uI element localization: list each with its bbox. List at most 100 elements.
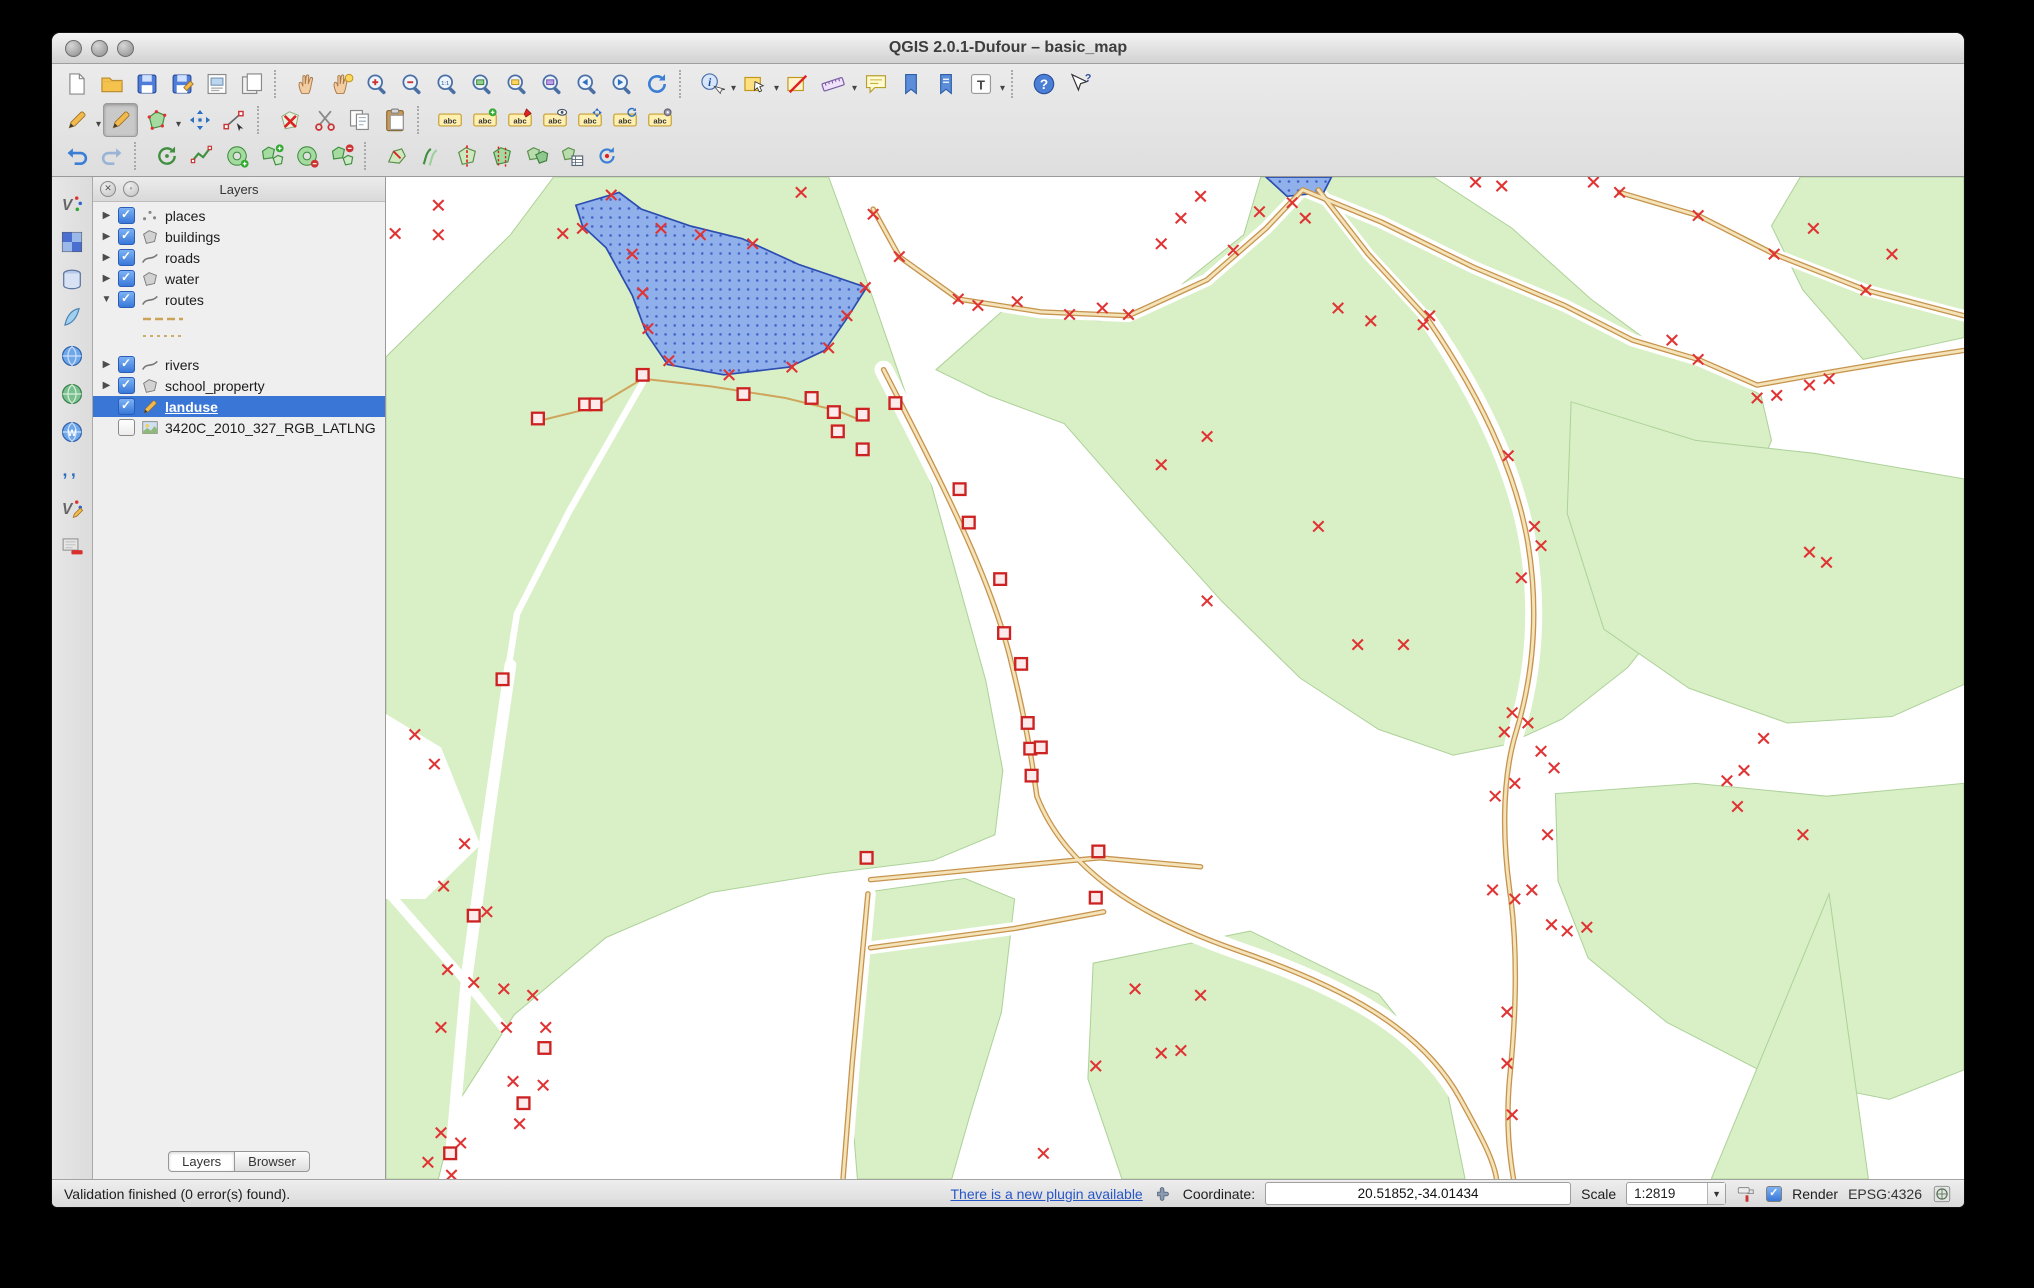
expand-arrow-icon[interactable]: ▶ (100, 359, 113, 370)
add-delimited-text-layer-button[interactable]: ,, (56, 455, 88, 485)
zoom-full-button[interactable] (465, 68, 498, 100)
merge-features-button[interactable] (520, 140, 553, 172)
add-spatialite-layer-button[interactable] (56, 303, 88, 333)
select-features-button[interactable] (738, 68, 779, 100)
rotate-feature-button[interactable] (150, 140, 183, 172)
toggle-editing-button[interactable] (103, 103, 138, 137)
panel-close-icon[interactable]: ✕ (100, 181, 116, 197)
open-project-button[interactable] (95, 68, 128, 100)
merge-attributes-button[interactable] (555, 140, 588, 172)
layer-visibility-checkbox[interactable] (118, 398, 135, 415)
tab-layers[interactable]: Layers (168, 1151, 236, 1172)
layer-item-school_property[interactable]: ▶ school_property (93, 375, 385, 396)
offset-curve-button[interactable] (415, 140, 448, 172)
map-canvas[interactable] (386, 177, 1964, 1179)
add-raster-layer-button[interactable] (56, 227, 88, 257)
move-feature-button[interactable] (183, 104, 216, 136)
layer-item-water[interactable]: ▶ water (93, 268, 385, 289)
layer-item-buildings[interactable]: ▶ buildings (93, 226, 385, 247)
identify-features-button[interactable]: i (695, 68, 736, 100)
split-parts-button[interactable] (485, 140, 518, 172)
expand-arrow-icon[interactable]: ▶ (100, 273, 113, 284)
measure-button[interactable] (816, 68, 857, 100)
pan-map-button[interactable] (290, 68, 323, 100)
layer-item-routes[interactable]: ▼ routes (93, 289, 385, 310)
expand-arrow-icon[interactable]: ▶ (100, 231, 113, 242)
add-wcs-layer-button[interactable] (56, 379, 88, 409)
add-vector-layer-button[interactable]: V (56, 189, 88, 219)
layer-visibility-checkbox[interactable] (118, 419, 135, 436)
crs-status-icon[interactable] (1932, 1184, 1952, 1204)
show-bookmarks-button[interactable] (929, 68, 962, 100)
title-bar[interactable]: QGIS 2.0.1-Dufour – basic_map (52, 33, 1964, 64)
remove-layer-button[interactable] (56, 531, 88, 561)
new-bookmark-button[interactable] (894, 68, 927, 100)
layer-item-roads[interactable]: ▶ roads (93, 247, 385, 268)
add-part-button[interactable] (255, 140, 288, 172)
panel-float-icon[interactable]: ◦ (123, 181, 139, 197)
node-tool-button[interactable] (218, 104, 251, 136)
composer-manager-button[interactable] (235, 68, 268, 100)
coordinate-input[interactable] (1265, 1182, 1572, 1205)
layer-visibility-checkbox[interactable] (118, 207, 135, 224)
layer-visibility-checkbox[interactable] (118, 377, 135, 394)
label-move-button[interactable]: abc (573, 104, 606, 136)
zoom-in-button[interactable] (360, 68, 393, 100)
scale-combo[interactable]: 1:2819 ▼ (1626, 1182, 1727, 1205)
save-project-button[interactable] (130, 68, 163, 100)
add-wfs-layer-button[interactable]: W (56, 417, 88, 447)
stop-rendering-icon[interactable] (1736, 1184, 1756, 1204)
label-show-hide-button[interactable]: abc (538, 104, 571, 136)
add-postgis-layer-button[interactable] (56, 265, 88, 295)
layer-visibility-checkbox[interactable] (118, 249, 135, 266)
new-shapefile-layer-button[interactable]: V (56, 493, 88, 523)
close-window-button[interactable] (65, 39, 82, 57)
layer-item-places[interactable]: ▶ places (93, 205, 385, 226)
simplify-feature-button[interactable] (185, 140, 218, 172)
layer-item-landuse[interactable]: landuse (93, 396, 385, 417)
zoom-actual-size-button[interactable]: 1:1 (430, 68, 463, 100)
delete-part-button[interactable] (325, 140, 358, 172)
text-annotation-button[interactable]: T (964, 68, 1005, 100)
layer-visibility-checkbox[interactable] (118, 291, 135, 308)
cut-features-button[interactable] (308, 104, 341, 136)
new-print-composer-button[interactable] (200, 68, 233, 100)
plugin-available-link[interactable]: There is a new plugin available (950, 1186, 1142, 1202)
undo-button[interactable] (60, 140, 93, 172)
map-tips-button[interactable] (859, 68, 892, 100)
layer-visibility-checkbox[interactable] (118, 270, 135, 287)
layer-item-3420C_2010_327_RGB_LATLNG[interactable]: 3420C_2010_327_RGB_LATLNG (93, 417, 385, 438)
add-feature-button[interactable] (140, 104, 181, 136)
label-pin-button[interactable]: abc (503, 104, 536, 136)
layer-visibility-checkbox[interactable] (118, 356, 135, 373)
zoom-next-button[interactable] (605, 68, 638, 100)
rotate-point-symbols-button[interactable] (590, 140, 623, 172)
label-rotate-button[interactable]: abc (608, 104, 641, 136)
expand-arrow-icon[interactable]: ▶ (100, 210, 113, 221)
current-edits-button[interactable] (60, 104, 101, 136)
new-project-button[interactable] (60, 68, 93, 100)
layer-item-rivers[interactable]: ▶ rivers (93, 354, 385, 375)
scale-dropdown-icon[interactable]: ▼ (1707, 1183, 1726, 1204)
reshape-features-button[interactable] (380, 140, 413, 172)
split-features-button[interactable] (450, 140, 483, 172)
zoom-to-layer-button[interactable] (535, 68, 568, 100)
refresh-map-button[interactable] (640, 68, 673, 100)
pan-to-selection-button[interactable] (325, 68, 358, 100)
add-ring-button[interactable] (220, 140, 253, 172)
tab-browser[interactable]: Browser (235, 1151, 310, 1172)
layer-visibility-checkbox[interactable] (118, 228, 135, 245)
deselect-features-button[interactable] (781, 68, 814, 100)
delete-ring-button[interactable] (290, 140, 323, 172)
expand-arrow-icon[interactable]: ▶ (100, 252, 113, 263)
redo-button[interactable] (95, 140, 128, 172)
help-button[interactable]: ? (1027, 68, 1060, 100)
plugin-icon[interactable] (1153, 1184, 1173, 1204)
zoom-window-button[interactable] (117, 39, 134, 57)
layer-labeling-button[interactable]: abc (433, 104, 466, 136)
minimize-window-button[interactable] (91, 39, 108, 57)
whats-this-button[interactable]: ? (1062, 68, 1095, 100)
add-wms-layer-button[interactable] (56, 341, 88, 371)
save-project-as-button[interactable] (165, 68, 198, 100)
render-checkbox[interactable] (1766, 1185, 1783, 1202)
